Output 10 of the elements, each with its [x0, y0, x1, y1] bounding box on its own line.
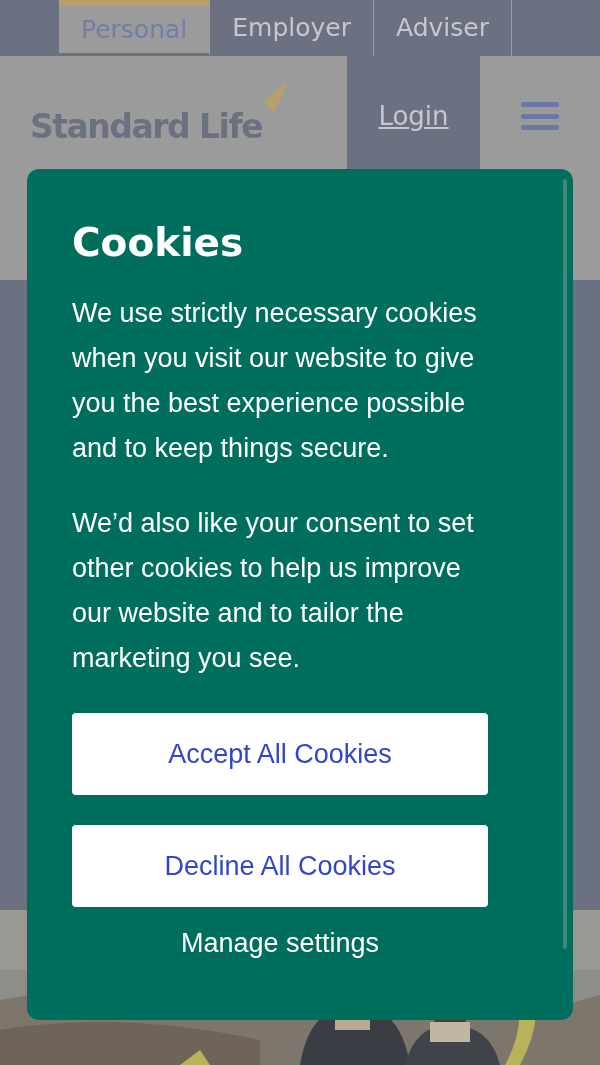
dialog-title: Cookies	[72, 219, 245, 267]
logo-mark-icon	[262, 79, 291, 113]
cookie-button[interactable]: Decline All Cookies	[72, 825, 488, 907]
cookie-button[interactable]: Accept All Cookies	[72, 713, 488, 795]
menu-button[interactable]	[480, 56, 600, 176]
dialog-paragraph: We use strictly necessary cookies when you visit our website to give you the best experience possible and to keep things secure.	[72, 297, 478, 465]
manage-settings-link[interactable]: Manage settings	[180, 925, 380, 961]
login-link[interactable]: Login	[378, 96, 449, 136]
dialog-paragraph: We’d also like your consent to set other cookies to help us improve our website and to tailor the marketing you see.	[72, 507, 475, 675]
menu-icon	[521, 102, 559, 130]
